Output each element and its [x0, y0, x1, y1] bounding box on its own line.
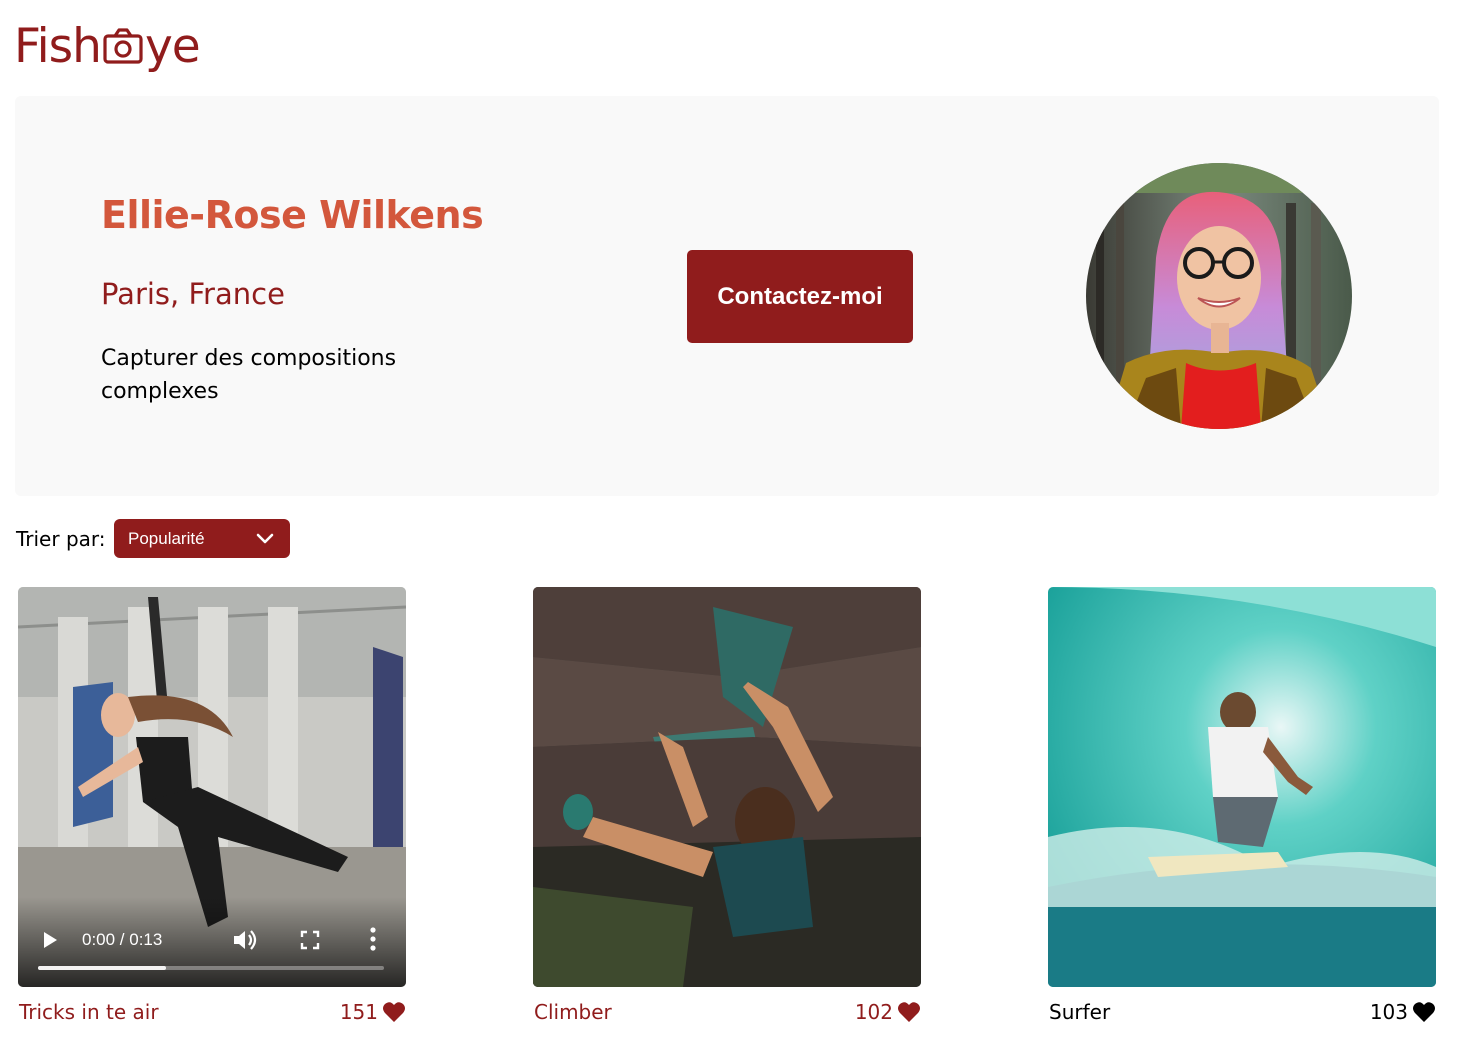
sort-dropdown[interactable]: Popularité: [114, 519, 290, 558]
gallery-card: Surfer 103: [1048, 587, 1436, 1027]
media-image[interactable]: [1048, 587, 1436, 987]
logo-text-end: ye: [144, 19, 201, 74]
media-image[interactable]: [533, 587, 921, 987]
media-title: Surfer: [1049, 1000, 1111, 1024]
like-button[interactable]: 102: [855, 1000, 921, 1024]
more-options-icon[interactable]: [370, 927, 376, 951]
video-progress-bar[interactable]: [38, 966, 384, 970]
gallery-card: 0:00 / 0:13 Tricks in te air 151: [18, 587, 406, 1027]
like-button[interactable]: 103: [1370, 1000, 1436, 1024]
camera-icon: [103, 28, 143, 64]
like-count: 151: [339, 1000, 378, 1024]
video-progress-fill: [38, 966, 167, 970]
logo-text-start: Fish: [14, 19, 102, 74]
volume-icon[interactable]: [232, 928, 258, 952]
fullscreen-icon[interactable]: [300, 930, 320, 950]
sort-label: Trier par:: [16, 527, 106, 551]
like-count: 102: [854, 1000, 893, 1024]
heart-icon: [383, 1002, 405, 1022]
photographer-tagline: Capturer des compositions complexes: [101, 346, 397, 404]
chevron-down-icon: [256, 533, 274, 544]
video-time: 0:00 / 0:13: [82, 930, 163, 949]
photographer-location: Paris, France: [101, 277, 285, 311]
photographer-avatar: [1086, 163, 1352, 429]
media-title: Climber: [534, 1000, 612, 1024]
like-button[interactable]: 151: [340, 1000, 406, 1024]
heart-icon: [1413, 1002, 1435, 1022]
contact-button[interactable]: Contactez-moi: [687, 250, 913, 343]
like-count: 103: [1369, 1000, 1408, 1024]
video-controls: 0:00 / 0:13: [18, 897, 406, 987]
heart-icon: [898, 1002, 920, 1022]
gallery-card: Climber 102: [533, 587, 921, 1027]
logo[interactable]: Fish ye: [14, 10, 201, 74]
media-title: Tricks in te air: [19, 1000, 159, 1024]
photographer-name: Ellie-Rose Wilkens: [101, 193, 484, 237]
sort-selected-value: Popularité: [128, 528, 205, 548]
play-icon[interactable]: [42, 931, 58, 949]
media-video[interactable]: 0:00 / 0:13: [18, 587, 406, 987]
